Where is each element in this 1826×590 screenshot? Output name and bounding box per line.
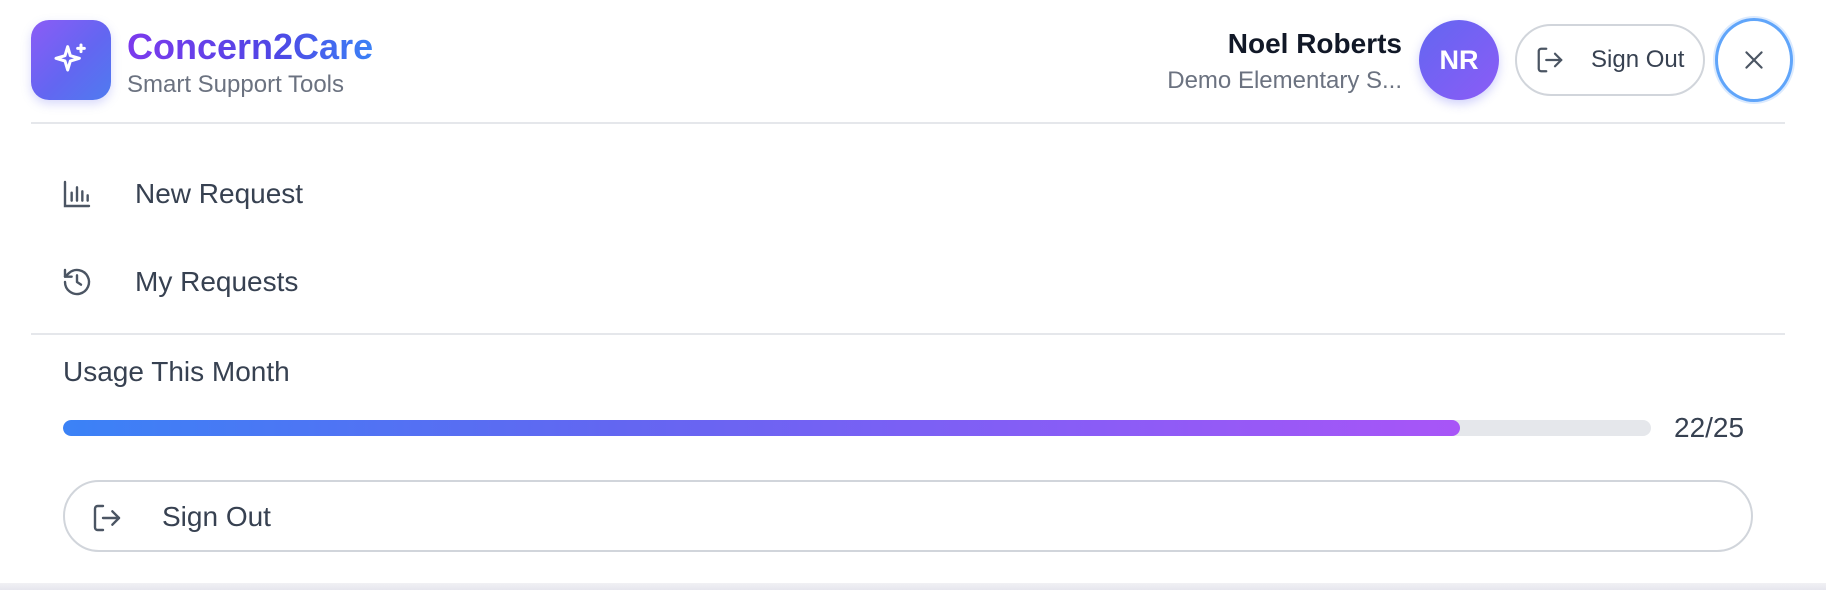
menu-header: Concern2Care Smart Support Tools Noel Ro… — [31, 0, 1793, 124]
avatar-initials: NR — [1439, 44, 1479, 75]
usage-title: Usage This Month — [63, 356, 290, 387]
log-out-icon — [1537, 47, 1563, 73]
nav-item-label: My Requests — [135, 266, 299, 297]
usage-count: 22/25 — [1674, 412, 1745, 443]
bar-chart-icon — [63, 180, 91, 208]
user-name: Noel Roberts — [1227, 28, 1402, 59]
avatar[interactable]: NR — [1419, 20, 1499, 100]
history-icon — [63, 268, 91, 296]
sign-out-button[interactable]: Sign Out — [63, 480, 1753, 552]
nav-item-my-requests[interactable]: My Requests — [31, 242, 1785, 322]
header-sign-out-label: Sign Out — [1591, 46, 1685, 73]
close-icon — [1745, 51, 1763, 69]
close-menu-button[interactable] — [1715, 18, 1793, 102]
usage-progress-fill — [63, 420, 1461, 436]
app-title: Concern2Care — [127, 26, 374, 67]
user-school: Demo Elementary S... — [1167, 67, 1402, 94]
section-divider — [31, 333, 1785, 335]
nav-item-label: New Request — [135, 178, 304, 209]
app-logo — [31, 20, 111, 100]
panel-bottom-edge — [0, 583, 1826, 590]
sign-out-label: Sign Out — [162, 501, 271, 532]
mobile-menu-panel: Concern2Care Smart Support Tools Noel Ro… — [0, 0, 1826, 585]
nav-item-new-request[interactable]: New Request — [31, 154, 1785, 234]
header-sign-out-button[interactable]: Sign Out — [1515, 24, 1705, 96]
log-out-icon — [93, 504, 121, 532]
sparkles-icon — [54, 43, 86, 72]
usage-progress-bar — [63, 420, 1651, 436]
app-subtitle: Smart Support Tools — [127, 71, 344, 98]
